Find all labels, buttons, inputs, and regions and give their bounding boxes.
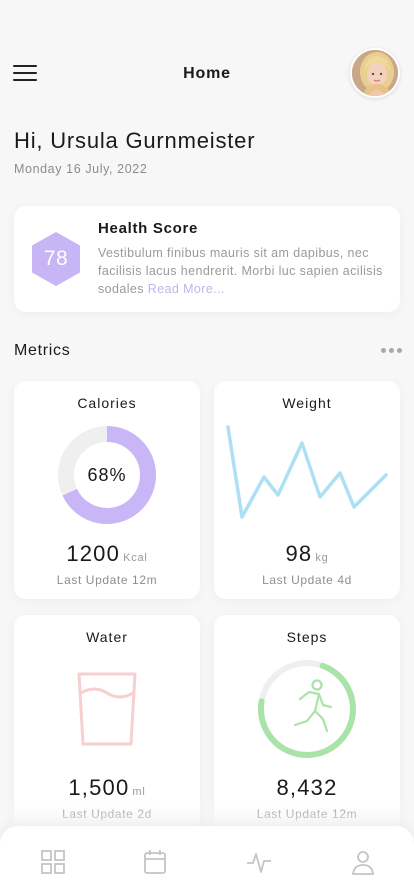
calories-value: 1200 (66, 541, 121, 566)
weight-title: Weight (282, 395, 332, 411)
calories-value-row: 1200 Kcal (14, 541, 200, 567)
greeting-heading: Hi, Ursula Gurnmeister (14, 128, 256, 153)
water-unit: ml (132, 786, 146, 798)
water-card[interactable]: Water 1,500 ml Last Update 2d (14, 615, 200, 833)
water-glass-icon (77, 672, 137, 746)
steps-progress-ring (258, 660, 356, 758)
grid-icon[interactable] (39, 848, 67, 876)
app-header: Home (0, 44, 414, 104)
calories-card[interactable]: Calories 68% 1200 Kcal Last Update 12m (14, 381, 200, 599)
running-person-icon (293, 679, 333, 733)
more-horizontal-icon[interactable] (381, 348, 403, 354)
calories-last-update: Last Update 12m (56, 573, 158, 587)
metrics-section-title: Metrics (14, 342, 71, 359)
calories-percent: 68% (87, 465, 127, 485)
steps-card[interactable]: Steps 8,432 Last Update 12m (214, 615, 400, 833)
weight-value-row: 98 kg (214, 541, 400, 567)
profile-icon[interactable] (349, 848, 377, 876)
calories-unit: Kcal (123, 552, 148, 564)
health-score-card[interactable]: 78 Health Score Vestibulum finibus mauri… (14, 206, 400, 312)
calories-title: Calories (77, 395, 137, 411)
water-value: 1,500 (68, 775, 130, 800)
read-more-link[interactable]: Read More... (148, 282, 225, 296)
current-date: Monday 16 July, 2022 (14, 162, 148, 176)
health-description-text: Vestibulum finibus mauris sit am dapibus… (98, 246, 383, 296)
weight-trend-line (226, 425, 388, 519)
health-score-title: Health Score (98, 220, 199, 237)
water-value-row: 1,500 ml (14, 775, 200, 801)
steps-title: Steps (286, 629, 328, 645)
calendar-icon[interactable] (141, 848, 169, 876)
weight-unit: kg (315, 552, 329, 564)
weight-trend-line-chart (226, 425, 388, 519)
health-score-description: Vestibulum finibus mauris sit am dapibus… (98, 244, 388, 298)
weight-last-update: Last Update 4d (262, 573, 352, 587)
steps-value: 8,432 (276, 775, 338, 800)
water-title: Water (86, 629, 128, 645)
steps-last-update: Last Update 12m (256, 807, 358, 821)
weight-card[interactable]: Weight 98 kg Last Update 4d (214, 381, 400, 599)
steps-value-row: 8,432 (214, 775, 400, 801)
steps-progress-arc (258, 660, 356, 758)
bottom-tab-bar (0, 826, 414, 896)
health-score-value: 78 (43, 247, 69, 270)
weight-value: 98 (285, 541, 313, 566)
water-last-update: Last Update 2d (62, 807, 152, 821)
user-avatar[interactable] (350, 48, 400, 98)
activity-icon[interactable] (245, 848, 273, 876)
